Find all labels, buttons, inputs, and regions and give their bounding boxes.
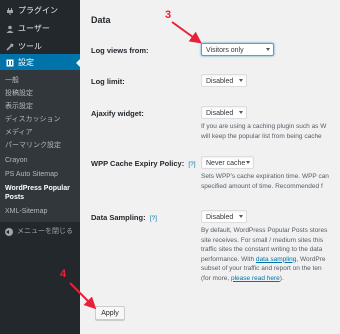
log-views-label: Log views from: <box>91 46 149 55</box>
desc-line: Sets WPP's cache expiration time. WPP ca… <box>201 173 329 180</box>
submenu-item-reading[interactable]: 表示設定 <box>5 102 33 111</box>
desc-line: performance. With data sampling, WordPre <box>201 255 327 265</box>
desc-line: specified amount of time. Recommended f <box>201 182 323 190</box>
ajaxify-label: Ajaxify widget: <box>91 109 144 118</box>
desc-line: will keep the popular list from being ca… <box>201 132 322 140</box>
submenu-item-wpp[interactable]: WordPress Popular <box>5 184 70 193</box>
submenu-item-ps-auto-sitemap[interactable]: PS Auto Sitemap <box>5 170 58 179</box>
settings-submenu: 一般 投稿設定 表示設定 ディスカッション メディア パーマリンク設定 Cray… <box>0 70 80 222</box>
cache-expiry-label: WPP Cache Expiry Policy: [?] <box>91 159 196 168</box>
menu-item-users[interactable]: ユーザー <box>0 20 80 38</box>
submenu-item-wpp-cont[interactable]: Posts <box>5 193 24 202</box>
submenu-item-media[interactable]: メディア <box>5 128 33 137</box>
wrench-icon <box>6 43 14 51</box>
ajaxify-select[interactable]: Disabled <box>201 106 247 119</box>
collapse-label: メニューを閉じる <box>17 228 73 235</box>
users-icon <box>6 25 14 33</box>
plugin-icon <box>6 7 14 15</box>
annotation-step-4: 4 <box>60 268 67 280</box>
chevron-down-icon <box>239 111 243 114</box>
submenu-item-permalinks[interactable]: パーマリンク設定 <box>5 141 61 150</box>
sampling-help-link[interactable]: [?] <box>150 215 157 222</box>
log-limit-label: Log limit: <box>91 77 125 86</box>
menu-label: プラグイン <box>18 6 58 15</box>
desc-text: (for more, <box>201 274 231 282</box>
desc-line: (for more, please read here). <box>201 274 327 284</box>
collapse-menu-button[interactable]: メニューを閉じる <box>0 224 80 240</box>
submenu-item-writing[interactable]: 投稿設定 <box>5 89 33 98</box>
desc-line: traffic sites the constant writing to th… <box>201 246 323 253</box>
select-value: Visitors only <box>206 47 244 54</box>
menu-item-plugins[interactable]: プラグイン <box>0 2 80 20</box>
chevron-down-icon <box>266 48 270 51</box>
select-value: Never cache <box>206 160 246 167</box>
submenu-item-xml-sitemap[interactable]: XML-Sitemap <box>5 207 47 216</box>
sampling-label: Data Sampling: [?] <box>91 213 157 222</box>
admin-sidebar: プラグイン ユーザー ツール 設定 一般 投稿設定 表示設定 ディスカッション … <box>0 0 80 334</box>
cache-expiry-select[interactable]: Never cache <box>201 156 254 169</box>
log-limit-select[interactable]: Disabled <box>201 74 247 87</box>
chevron-down-icon <box>246 161 250 164</box>
cache-expiry-help-link[interactable]: [?] <box>188 161 195 168</box>
select-value: Disabled <box>206 110 234 117</box>
cache-expiry-text: WPP Cache Expiry Policy: <box>91 159 185 168</box>
chevron-down-icon <box>239 215 243 218</box>
annotation-step-3: 3 <box>165 9 172 21</box>
cache-expiry-description: Sets WPP's cache expiration time. WPP ca… <box>201 172 329 191</box>
submenu-item-general[interactable]: 一般 <box>5 76 19 85</box>
section-title: Data <box>91 15 111 25</box>
read-here-link[interactable]: please read here <box>231 275 280 282</box>
chevron-down-icon <box>239 79 243 82</box>
desc-line: site receives. For small / medium sites … <box>201 236 324 244</box>
desc-text: , WordPre <box>296 255 326 263</box>
log-views-select[interactable]: Visitors only <box>201 43 274 56</box>
apply-button[interactable]: Apply <box>95 306 125 320</box>
desc-text: ). <box>279 274 284 282</box>
desc-line: subset of your traffic and report on the… <box>201 265 322 272</box>
desc-line: If you are using a caching plugin such a… <box>201 123 327 130</box>
collapse-icon <box>5 228 13 236</box>
menu-label: ユーザー <box>18 24 50 33</box>
desc-line: By default, WordPress Popular Posts stor… <box>201 227 328 234</box>
ajaxify-description: If you are using a caching plugin such a… <box>201 122 326 141</box>
select-value: Disabled <box>206 78 234 85</box>
settings-icon <box>6 59 14 67</box>
settings-content: Data Log views from: Visitors only Log l… <box>80 0 340 334</box>
desc-text: performance. With <box>201 255 256 263</box>
sampling-text: Data Sampling: <box>91 213 146 222</box>
select-value: Disabled <box>206 214 234 221</box>
sampling-select[interactable]: Disabled <box>201 210 247 223</box>
sampling-description: By default, WordPress Popular Posts stor… <box>201 226 327 283</box>
submenu-item-discussion[interactable]: ディスカッション <box>5 115 61 124</box>
data-sampling-link[interactable]: data sampling <box>256 256 296 263</box>
submenu-item-crayon[interactable]: Crayon <box>5 156 28 165</box>
